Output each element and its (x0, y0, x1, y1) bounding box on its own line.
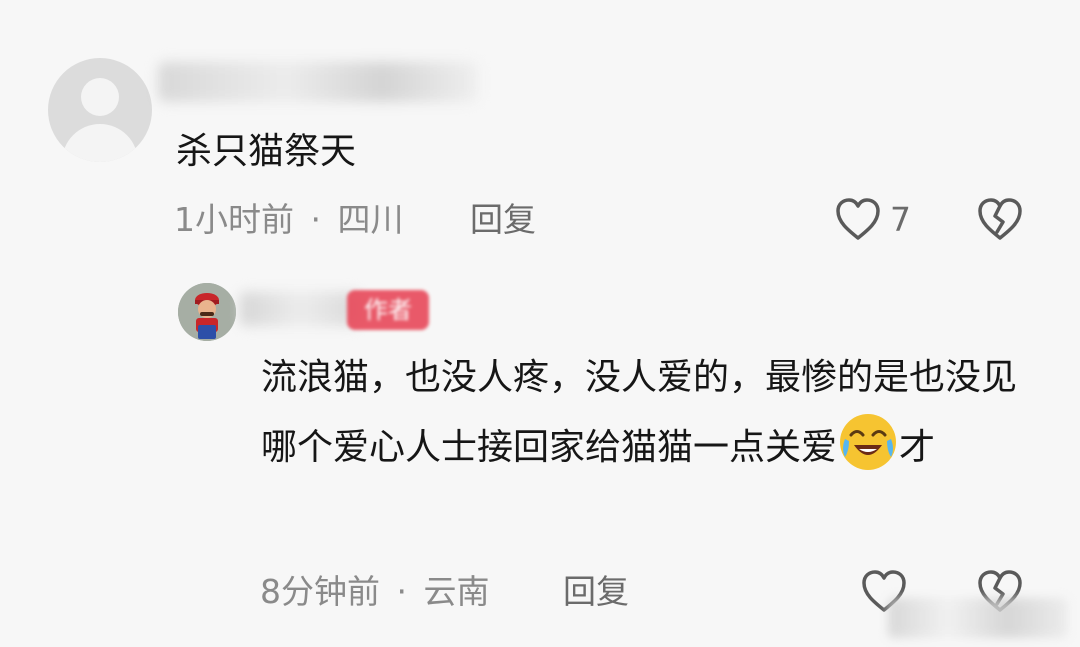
meta-separator: · (310, 200, 322, 239)
comment-text: 杀只猫祭天 (176, 131, 357, 172)
meta-separator: · (396, 572, 408, 611)
user-avatar[interactable] (48, 58, 152, 162)
like-count: 7 (890, 200, 911, 239)
comment-time: 1小时前 (174, 200, 294, 239)
heart-like-icon[interactable] (834, 196, 882, 242)
reply-user-avatar[interactable] (178, 283, 236, 341)
mario-figure-icon (178, 283, 236, 341)
watermark-blurred (888, 598, 1068, 638)
avatar-head-shape (81, 78, 119, 116)
reply-text: 流浪猫，也没人疼，没人爱的，最惨的是也没见哪个爱心人士接回家给猫猫一点关爱 才 (261, 345, 1021, 481)
reply-reply-button[interactable]: 回复 (563, 572, 629, 612)
reply-text-tail: 才 (899, 427, 936, 468)
username-blurred[interactable] (158, 62, 478, 102)
reply-location: 云南 (423, 572, 490, 611)
reply-time: 8分钟前 (260, 572, 380, 611)
reply-button[interactable]: 回复 (470, 200, 536, 240)
comment-meta: 1小时前 · 四川 (174, 200, 404, 240)
reply-meta: 8分钟前 · 云南 (260, 572, 490, 612)
author-badge: 作者 (347, 290, 429, 330)
comment-location: 四川 (337, 200, 404, 239)
crying-laughing-emoji-icon (840, 414, 897, 470)
broken-heart-dislike-icon[interactable] (976, 196, 1024, 242)
reply-username-blurred[interactable] (240, 292, 360, 326)
avatar-body-shape (62, 124, 138, 162)
